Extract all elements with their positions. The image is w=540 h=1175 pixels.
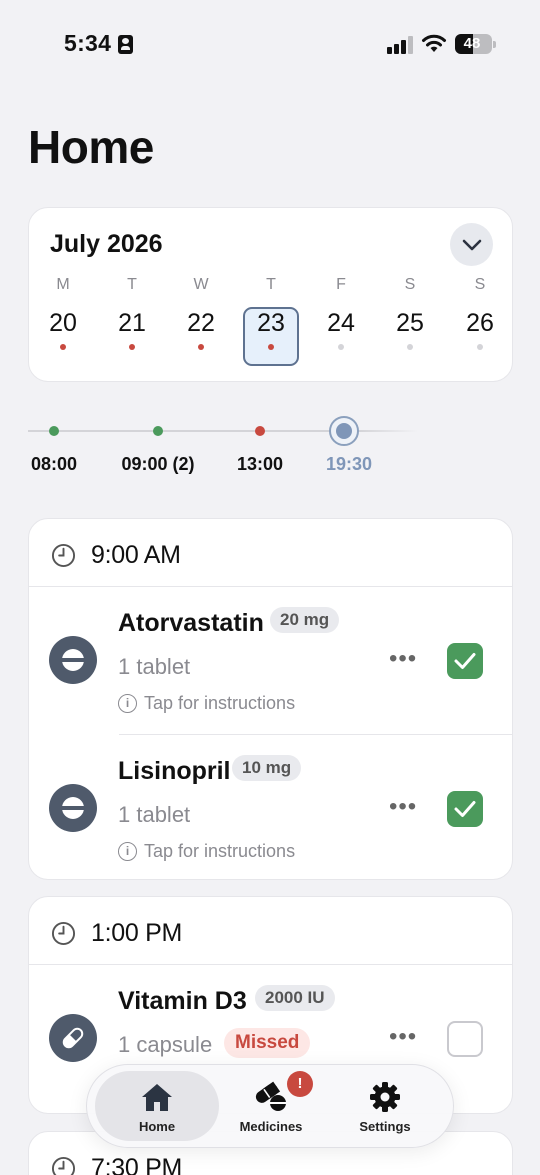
more-options-button[interactable]: ••• <box>389 795 417 819</box>
day-status-dot <box>60 344 66 350</box>
dose-group-header: 1:00 PM <box>29 897 512 965</box>
dose-time: 9:00 AM <box>91 541 181 569</box>
medication-row[interactable]: Atorvastatin 20 mg 1 tablet i Tap for in… <box>29 587 512 734</box>
calendar-day-22[interactable]: W 22 <box>172 276 230 350</box>
day-status-dot <box>129 344 135 350</box>
wifi-icon <box>422 34 446 52</box>
tab-label: Home <box>138 1119 176 1134</box>
alert-badge: ! <box>287 1071 313 1097</box>
instructions-label: Tap for instructions <box>144 841 296 861</box>
signal-icon <box>387 36 413 54</box>
calendar-day-20[interactable]: M 20 <box>34 276 92 350</box>
calendar-day-26[interactable]: S 26 <box>451 276 509 350</box>
tab-label: Medicines <box>239 1119 303 1134</box>
week-calendar: July 2026 M 20 T 21 W 22 T 23 F 24 S 25 S 26 <box>28 207 513 382</box>
medication-quantity: 1 capsule <box>118 1032 213 1057</box>
battery-icon: 48 <box>455 34 496 54</box>
gear-icon <box>370 1082 400 1112</box>
tab-medicines[interactable]: Medicines <box>209 1071 333 1141</box>
capsule-icon <box>49 1014 97 1062</box>
timeline-dot[interactable] <box>255 426 265 436</box>
timeline-label: 08:00 <box>30 454 78 474</box>
timeline-track <box>28 430 418 432</box>
calendar-day-23[interactable]: T 23 <box>242 276 300 350</box>
clock-icon <box>51 1156 76 1175</box>
page-title: Home <box>28 121 154 173</box>
weekday-label: T <box>127 276 137 293</box>
medication-quantity: 1 tablet <box>118 802 191 827</box>
checkmark-icon <box>454 653 476 669</box>
tab-label: Settings <box>359 1119 411 1134</box>
day-number: 21 <box>118 309 146 337</box>
weekday-label: M <box>56 276 70 293</box>
medication-row[interactable]: Lisinopril 10 mg 1 tablet i Tap for inst… <box>49 734 512 879</box>
day-number: 25 <box>396 309 424 337</box>
month-expand-button[interactable] <box>450 223 493 266</box>
weekday-label: S <box>474 276 486 293</box>
taken-checkbox[interactable] <box>447 1021 483 1057</box>
dose-time: 1:00 PM <box>91 919 183 947</box>
contact-card-icon <box>118 35 133 54</box>
clock-icon <box>51 921 76 946</box>
info-icon: i <box>118 694 137 713</box>
taken-checkbox[interactable] <box>447 791 483 827</box>
calendar-day-25[interactable]: S 25 <box>381 276 439 350</box>
medication-name: Atorvastatin <box>118 609 264 637</box>
timeline-current-marker[interactable] <box>329 416 359 446</box>
dose-strength-badge: 2000 IU <box>255 985 335 1011</box>
calendar-day-21[interactable]: T 21 <box>103 276 161 350</box>
tablet-icon <box>49 784 97 832</box>
taken-checkbox[interactable] <box>447 643 483 679</box>
day-status-dot <box>268 344 274 350</box>
more-options-button[interactable]: ••• <box>389 647 417 671</box>
day-number: 22 <box>187 309 215 337</box>
status-bar: 5:34 48 <box>0 0 540 90</box>
missed-badge: Missed <box>224 1028 311 1058</box>
weekday-label: W <box>193 276 209 293</box>
weekday-label: S <box>404 276 416 293</box>
timeline-label: 09:00 (2) <box>121 454 195 474</box>
instructions-label: Tap for instructions <box>144 693 296 713</box>
weekday-label: F <box>336 276 346 293</box>
timeline-dot[interactable] <box>49 426 59 436</box>
status-time: 5:34 <box>64 30 112 56</box>
info-icon: i <box>118 842 137 861</box>
chevron-down-icon <box>462 239 481 250</box>
day-number: 26 <box>466 309 494 337</box>
day-status-dot <box>407 344 413 350</box>
timeline-dot[interactable] <box>153 426 163 436</box>
dose-strength-badge: 10 mg <box>232 755 302 781</box>
month-label: July 2026 <box>50 230 163 258</box>
day-status-dot <box>338 344 344 350</box>
dose-strength-badge: 20 mg <box>270 607 340 633</box>
tab-settings[interactable]: Settings <box>323 1071 447 1141</box>
timeline-label: 13:00 <box>236 454 284 474</box>
day-number: 24 <box>327 309 355 337</box>
instructions-link[interactable]: i Tap for instructions <box>118 693 295 714</box>
pills-icon <box>255 1081 286 1111</box>
dose-time: 7:30 PM <box>91 1154 183 1175</box>
dose-group-header: 9:00 AM <box>29 519 512 587</box>
day-status-dot <box>198 344 204 350</box>
calendar-day-24[interactable]: F 24 <box>312 276 370 350</box>
house-icon <box>142 1084 172 1111</box>
more-options-button[interactable]: ••• <box>389 1025 417 1049</box>
medication-quantity: 1 tablet <box>118 654 191 679</box>
weekday-label: T <box>266 276 276 293</box>
day-number: 20 <box>49 309 77 337</box>
dose-group-card: 9:00 AM Atorvastatin 20 mg 1 tablet i Ta… <box>28 518 513 880</box>
timeline-label: 19:30 <box>325 454 373 474</box>
day-status-dot <box>477 344 483 350</box>
dose-timeline: 08:00 09:00 (2) 13:00 19:30 <box>28 410 428 480</box>
checkmark-icon <box>454 801 476 817</box>
day-number: 23 <box>257 309 285 337</box>
instructions-link[interactable]: i Tap for instructions <box>118 841 295 862</box>
medication-name: Lisinopril <box>118 757 231 785</box>
tablet-icon <box>49 636 97 684</box>
tab-bar: Home Medicines ! Settings <box>86 1064 454 1148</box>
clock-icon <box>51 543 76 568</box>
tab-home[interactable]: Home <box>95 1071 219 1141</box>
battery-level: 48 <box>463 35 481 52</box>
medication-name: Vitamin D3 <box>118 987 247 1015</box>
